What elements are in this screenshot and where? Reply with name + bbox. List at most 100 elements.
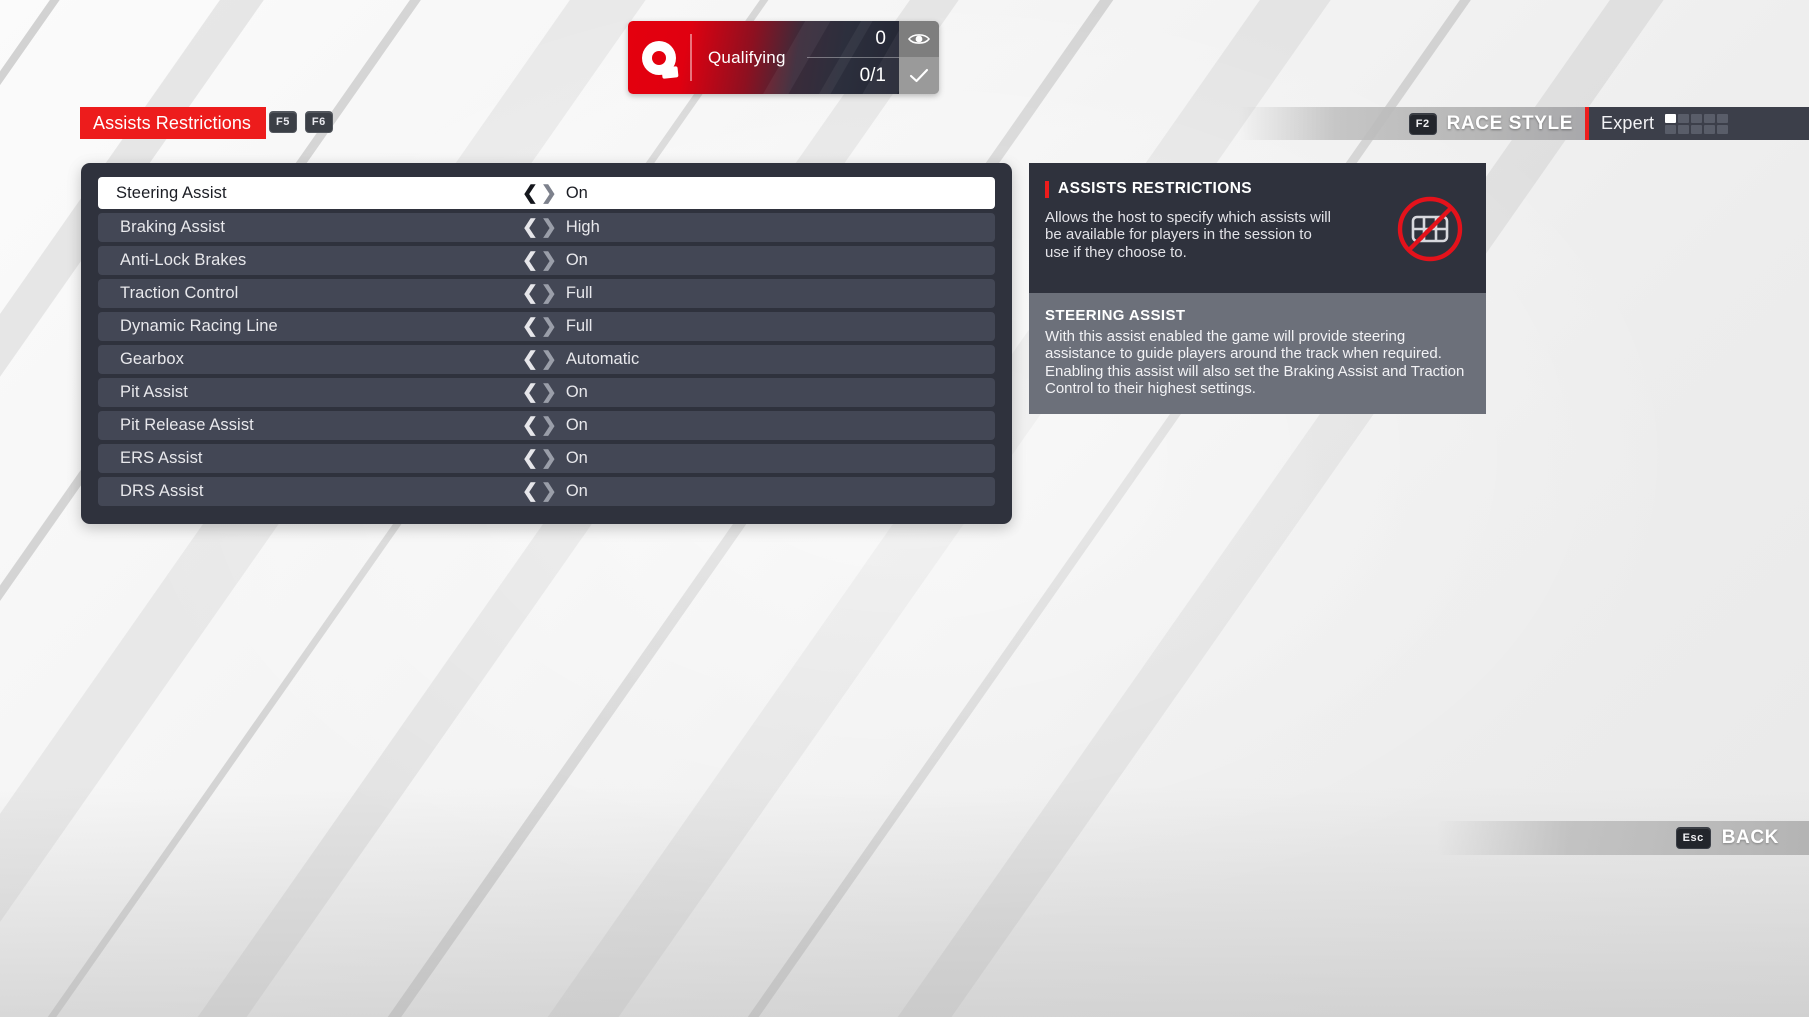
difficulty-cell [1691,124,1703,134]
chevron-left-icon[interactable]: ❮ [522,449,538,468]
check-icon[interactable] [899,58,939,94]
page-title: Assists Restrictions [93,112,252,133]
setting-row[interactable]: Gearbox ❮ ❯ Automatic [98,345,995,374]
setting-label: ERS Assist [120,449,203,467]
setting-row[interactable]: Braking Assist ❮ ❯ High [98,213,995,242]
setting-row[interactable]: Pit Release Assist ❮ ❯ On [98,411,995,440]
setting-label: Pit Assist [120,383,188,401]
setting-value: On [565,449,588,467]
info-sub-description: With this assist enabled the game will p… [1045,328,1465,398]
setting-value-control: ❮ ❯ On [522,449,588,468]
setting-row[interactable]: DRS Assist ❮ ❯ On [98,477,995,506]
setting-row[interactable]: Dynamic Racing Line ❮ ❯ Full [98,312,995,341]
chevron-left-icon[interactable]: ❮ [522,482,538,501]
setting-value-control: ❮ ❯ On [522,251,588,270]
setting-value: On [565,183,588,202]
setting-label: Dynamic Racing Line [120,317,278,335]
difficulty-cell [1678,124,1690,134]
difficulty-cell [1691,113,1703,123]
chevron-right-icon[interactable]: ❯ [541,416,557,435]
difficulty-cell [1704,113,1716,123]
back-button[interactable]: Esc BACK [1437,821,1809,855]
setting-label: Gearbox [120,350,184,368]
info-panel-detail: STEERING ASSIST With this assist enabled… [1029,293,1486,414]
eye-icon[interactable] [899,21,939,58]
setting-label: Pit Release Assist [120,416,254,434]
chevron-right-icon[interactable]: ❯ [541,350,557,369]
setting-label: Steering Assist [116,183,227,202]
difficulty-cell [1665,113,1677,123]
setting-row[interactable]: ERS Assist ❮ ❯ On [98,444,995,473]
setting-value: On [565,416,588,434]
key-esc[interactable]: Esc [1675,827,1711,849]
setting-label: Traction Control [120,284,239,302]
race-style-label: RACE STYLE [1446,112,1573,134]
chevron-right-icon[interactable]: ❯ [541,218,557,237]
chevron-right-icon[interactable]: ❯ [541,251,557,270]
setting-row[interactable]: Steering Assist ❮ ❯ On [98,177,995,209]
no-steering-wheel-icon [1396,195,1464,263]
chevron-left-icon[interactable]: ❮ [522,218,538,237]
setting-value-control: ❮ ❯ Full [522,317,592,336]
session-ratio: 0/1 [859,65,886,86]
qualifying-logo-icon [628,21,690,94]
page-title-tab: Assists Restrictions [80,107,267,139]
assists-settings-list: Steering Assist ❮ ❯ On Braking Assist ❮ ❯ High A… [81,163,1012,524]
chevron-right-icon[interactable]: ❯ [541,482,557,501]
setting-value-control: ❮ ❯ High [522,218,600,237]
race-style-value-group[interactable]: Expert [1585,107,1809,140]
setting-row[interactable]: Traction Control ❮ ❯ Full [98,279,995,308]
back-label: BACK [1721,827,1779,848]
session-info: Qualifying 0 0/1 [628,21,899,94]
chevron-right-icon[interactable]: ❯ [541,383,557,402]
setting-label: Anti-Lock Brakes [120,251,247,269]
setting-value-control: ❮ ❯ On [522,416,588,435]
header-bar: Assists Restrictions F5 F6 F2 RACE STYLE… [0,107,1809,141]
difficulty-cell [1678,113,1690,123]
difficulty-cell [1704,124,1716,134]
setting-value-control: ❮ ❯ On [522,383,588,402]
setting-value: High [565,218,600,236]
chevron-left-icon[interactable]: ❮ [522,284,538,303]
difficulty-cell [1665,124,1677,134]
setting-value-control: ❮ ❯ Automatic [522,350,639,369]
chevron-right-icon[interactable]: ❯ [541,184,557,203]
setting-value: Full [565,284,593,302]
setting-value: On [565,383,588,401]
setting-value: On [565,482,588,500]
race-style-value: Expert [1601,113,1655,133]
setting-value: On [565,251,588,269]
setting-value-control: ❮ ❯ On [522,184,588,203]
key-f6-next-tab[interactable]: F6 [304,111,333,133]
accent-bar [1045,180,1049,198]
chevron-left-icon[interactable]: ❮ [522,317,538,336]
chevron-left-icon[interactable]: ❮ [522,416,538,435]
chevron-left-icon[interactable]: ❮ [522,350,538,369]
setting-value-control: ❮ ❯ Full [522,284,592,303]
info-panel-header: ASSISTS RESTRICTIONS Allows the host to … [1029,163,1486,293]
chevron-right-icon[interactable]: ❯ [541,317,557,336]
race-style-group[interactable]: F2 RACE STYLE [1239,107,1585,140]
chevron-right-icon[interactable]: ❯ [541,284,557,303]
setting-row[interactable]: Anti-Lock Brakes ❮ ❯ On [98,246,995,275]
info-panel: ASSISTS RESTRICTIONS Allows the host to … [1029,163,1486,414]
key-f2-race-style[interactable]: F2 [1408,112,1437,135]
chevron-left-icon[interactable]: ❮ [522,251,538,270]
info-description: Allows the host to specify which assists… [1045,209,1331,261]
setting-label: DRS Assist [120,482,204,500]
info-sub-title: STEERING ASSIST [1045,307,1186,324]
chevron-left-icon[interactable]: ❮ [522,184,538,203]
chevron-right-icon[interactable]: ❯ [541,449,557,468]
key-f5-prev-tab[interactable]: F5 [269,111,297,133]
difficulty-meter-icon [1665,113,1729,134]
difficulty-cell [1717,113,1729,123]
tab-nav-keys: F5 F6 [269,111,333,133]
setting-row[interactable]: Pit Assist ❮ ❯ On [98,378,995,407]
session-name: Qualifying [708,47,786,67]
setting-value-control: ❮ ❯ On [522,482,588,501]
session-widget[interactable]: Qualifying 0 0/1 [628,21,939,94]
chevron-left-icon[interactable]: ❮ [522,383,538,402]
setting-value: Automatic [565,350,640,368]
setting-value: Full [565,317,593,335]
session-counts: 0 0/1 [807,21,899,94]
